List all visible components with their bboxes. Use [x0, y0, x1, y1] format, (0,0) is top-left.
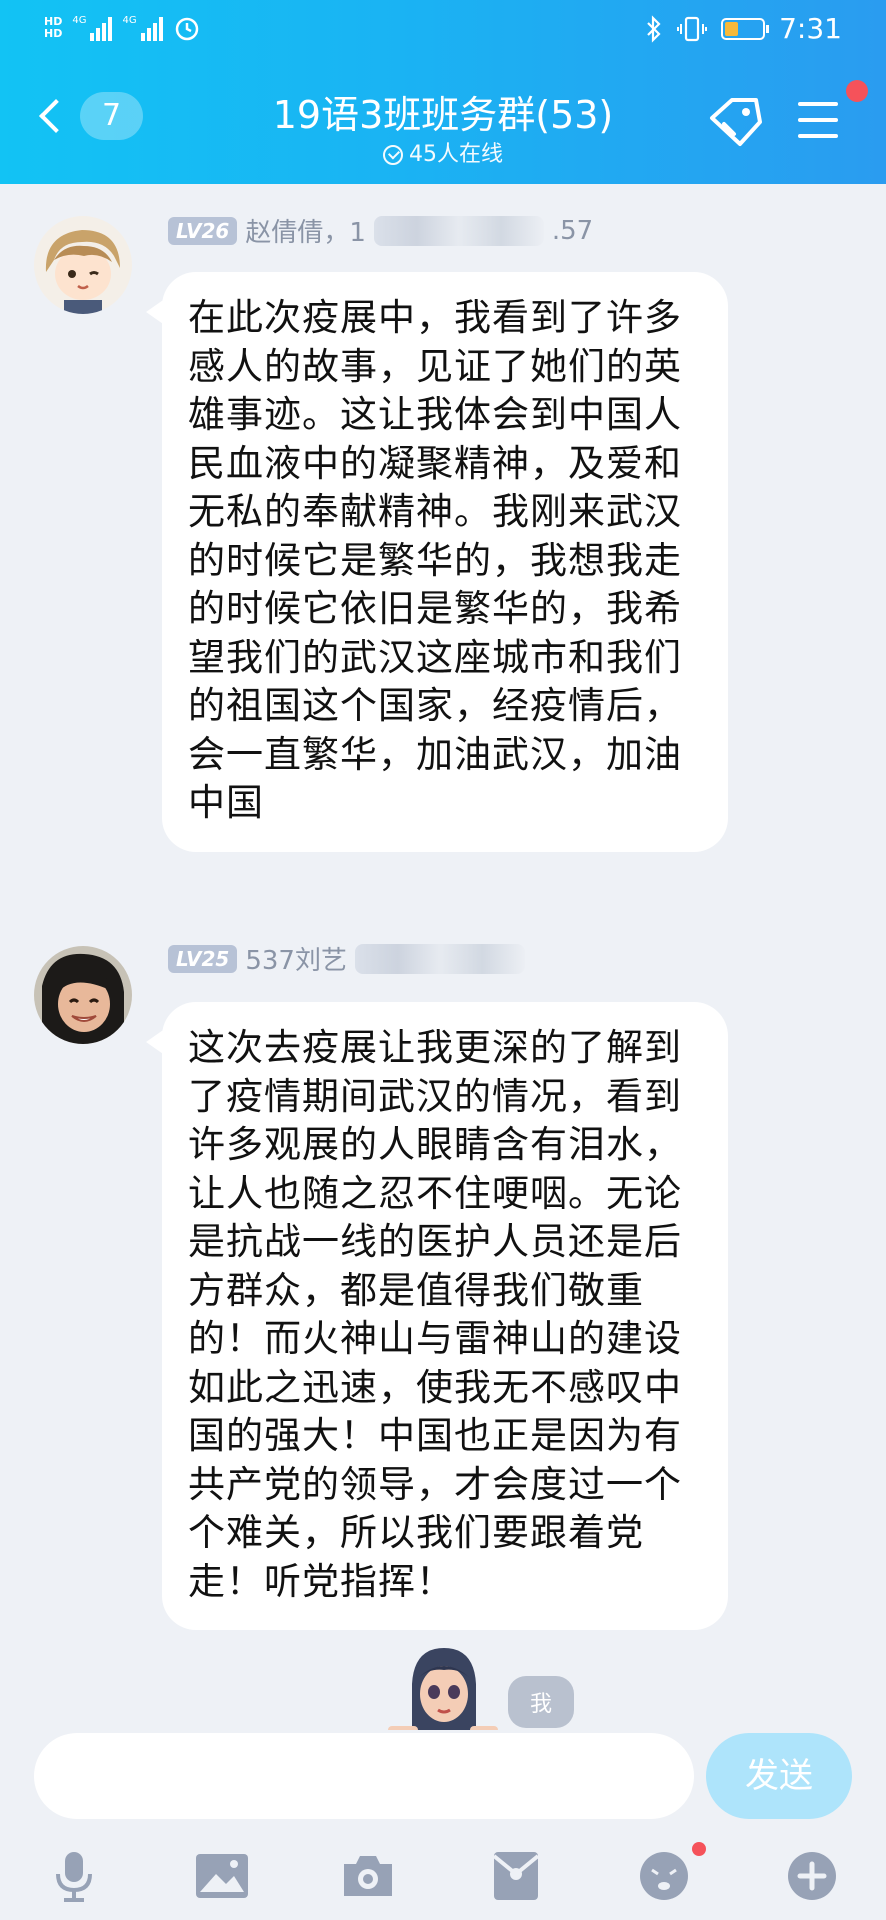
- network-label-2: 4G: [122, 15, 137, 26]
- camera-icon[interactable]: [340, 1848, 396, 1904]
- message-bubble[interactable]: 在此次疫展中，我看到了许多感人的故事，见证了她们的英雄事迹。这让我体会到中国人民…: [146, 272, 728, 852]
- battery-fill: [725, 21, 738, 36]
- battery-icon: [721, 17, 770, 40]
- microphone-icon[interactable]: [46, 1848, 102, 1904]
- signal-icon-2: 4G: [122, 15, 163, 41]
- status-right: 7:31: [645, 12, 842, 45]
- sender-info: LV25 537刘艺: [168, 940, 533, 977]
- emoji-icon[interactable]: [636, 1848, 692, 1904]
- online-count: 45人在线: [409, 142, 503, 167]
- signal-icon: 4G: [72, 15, 113, 41]
- input-bar: 发送: [0, 1730, 886, 1920]
- avatar-image: [34, 946, 132, 1044]
- avatar[interactable]: [34, 946, 132, 1044]
- alarm-icon: [175, 17, 198, 41]
- red-packet-icon[interactable]: [488, 1848, 544, 1904]
- avatar-image: [34, 216, 132, 314]
- chat-header: HD HD 4G 4G 7:31 7 19语3班班务群(53) 45人在线: [0, 0, 886, 184]
- message-bubble[interactable]: 这次去疫展让我更深的了解到了疫情期间武汉的情况，看到许多观展的人眼睛含有泪水，让…: [146, 1002, 728, 1630]
- sender-name[interactable]: 赵倩倩，1: [245, 212, 366, 249]
- message-input[interactable]: [34, 1733, 694, 1819]
- bluetooth-icon: [647, 14, 661, 43]
- me-label[interactable]: 我: [508, 1676, 575, 1728]
- input-toolbar: [0, 1842, 886, 1908]
- image-icon[interactable]: [194, 1848, 250, 1904]
- redacted-text: [354, 943, 525, 974]
- emoji-notification-dot: [692, 1842, 706, 1856]
- level-badge: LV26: [168, 216, 238, 245]
- network-label: 4G: [72, 15, 87, 26]
- vibrate-icon: [677, 16, 708, 41]
- sender-name[interactable]: 537刘艺: [245, 940, 347, 977]
- send-button[interactable]: 发送: [706, 1733, 852, 1819]
- avatar-sticker: [388, 1648, 498, 1734]
- status-left: HD HD 4G 4G: [44, 14, 201, 42]
- status-bar: HD HD 4G 4G 7:31: [0, 0, 886, 62]
- hd-badges: HD HD: [44, 16, 62, 40]
- redacted-text: [373, 215, 544, 246]
- check-circle-icon: [383, 145, 403, 165]
- level-badge: LV25: [168, 944, 238, 973]
- avatar[interactable]: [34, 216, 132, 314]
- menu-icon[interactable]: [798, 102, 838, 142]
- sender-info: LV26 赵倩倩，1 .57: [168, 212, 593, 249]
- clock: 7:31: [779, 12, 842, 45]
- notification-dot: [846, 80, 868, 102]
- hd-badge-2: HD: [44, 27, 63, 40]
- tag-icon[interactable]: [706, 96, 764, 150]
- sender-name-tail: .57: [551, 215, 594, 246]
- plus-icon[interactable]: [784, 1848, 840, 1904]
